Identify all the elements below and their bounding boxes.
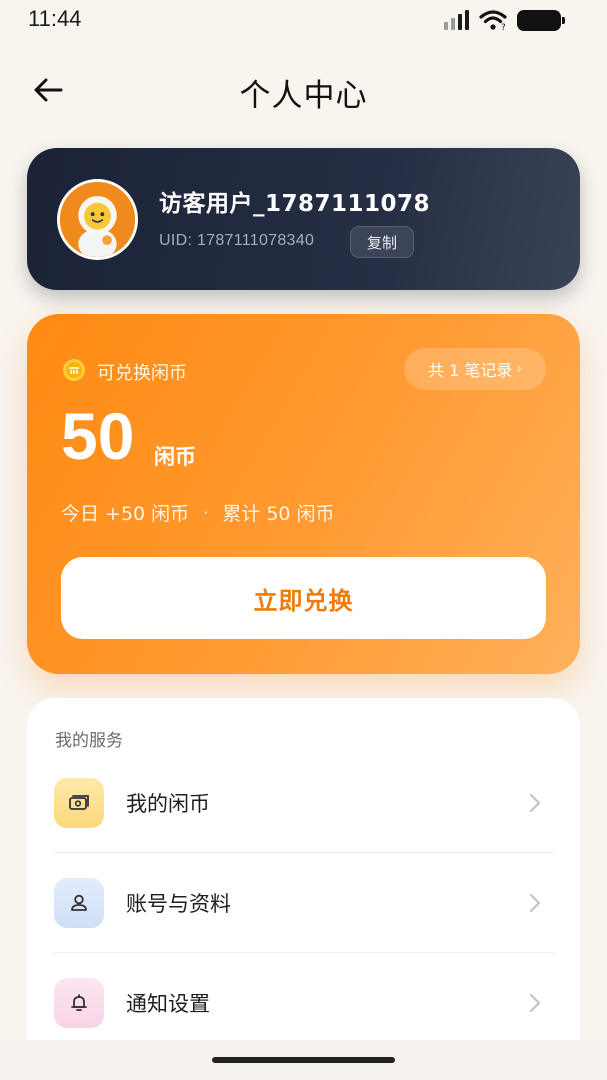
profile-card: 访客用户_1787111078 UID: 1787111078340 复制 — [27, 148, 580, 290]
avatar[interactable] — [57, 179, 138, 260]
chevron-right-icon — [529, 893, 541, 913]
total-coins: 累计 50 闲币 — [222, 503, 335, 525]
coin-balance-card: 可兑换闲币 共 1 笔记录 › 50 闲币 今日 +50 闲币 · 累计 50 … — [27, 314, 580, 674]
services-title: 我的服务 — [55, 731, 123, 751]
battery-icon — [517, 9, 565, 31]
user-name: 访客用户_1787111078 — [159, 191, 431, 217]
gesture-bar — [0, 1040, 607, 1080]
service-item-my-coins[interactable]: 我的闲币 — [54, 753, 554, 853]
user-icon-tile — [54, 878, 104, 928]
status-icons: ? — [444, 9, 565, 31]
nav-bar: 个人中心 — [0, 52, 607, 128]
coin-stats: 今日 +50 闲币 · 累计 50 闲币 — [61, 499, 335, 526]
coin-amount: 50 — [61, 399, 135, 473]
user-uid: UID: 1787111078340 — [159, 232, 315, 249]
svg-text:?: ? — [501, 23, 506, 31]
page-title: 个人中心 — [239, 78, 368, 114]
records-label: 共 1 笔记录 — [428, 361, 513, 380]
chevron-right-icon — [529, 793, 541, 813]
service-label: 账号与资料 — [126, 892, 231, 916]
mascot-avatar-icon — [60, 182, 135, 257]
bell-icon-tile — [54, 978, 104, 1028]
stats-separator: · — [203, 503, 209, 522]
today-coins: 今日 +50 闲币 — [61, 503, 190, 525]
records-button[interactable]: 共 1 笔记录 › — [404, 348, 546, 390]
chevron-right-icon: › — [516, 361, 522, 377]
service-label: 通知设置 — [126, 992, 210, 1016]
services-section: 我的服务 我的闲币 账号与资料 通知设置 — [27, 698, 580, 1058]
signal-icon — [444, 10, 469, 30]
redeem-button[interactable]: 立即兑换 — [61, 557, 546, 639]
bell-icon — [71, 994, 87, 1011]
service-item-notifications[interactable]: 通知设置 — [54, 953, 554, 1053]
coin-label: 可兑换闲币 — [97, 363, 187, 384]
status-bar: 11:44 ? — [0, 0, 607, 40]
home-indicator[interactable] — [212, 1057, 395, 1063]
service-item-account[interactable]: 账号与资料 — [54, 853, 554, 953]
status-time: 11:44 — [28, 6, 82, 31]
coin-unit: 闲币 — [154, 445, 196, 469]
service-label: 我的闲币 — [126, 792, 210, 816]
chevron-right-icon — [529, 993, 541, 1013]
coin-icon — [63, 359, 85, 381]
wallet-icon — [69, 795, 89, 810]
copy-uid-button[interactable]: 复制 — [350, 226, 414, 258]
wifi-icon: ? — [479, 10, 507, 31]
user-icon — [71, 894, 87, 911]
screen: 11:44 ? 个人中心 访客用户_1787111078 UID: 178711… — [0, 0, 607, 1080]
wallet-icon-tile — [54, 778, 104, 828]
